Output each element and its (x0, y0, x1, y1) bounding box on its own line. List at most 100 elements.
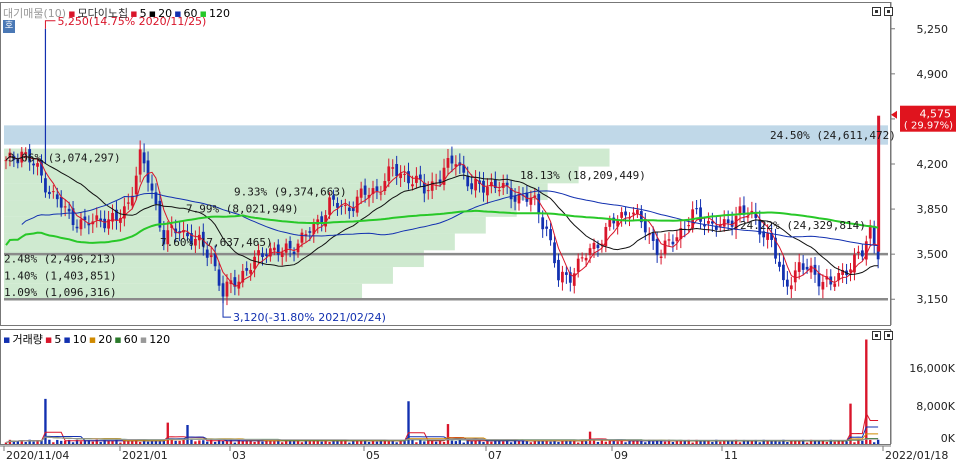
candle-body (48, 191, 51, 195)
candle-body (347, 207, 351, 212)
volume-panel-maximize-button[interactable] (884, 331, 893, 340)
volume-bar (71, 442, 75, 444)
vol-ma60-icon: ▪ (114, 333, 122, 346)
legend-ma20: 20 (158, 7, 173, 20)
candle-body (857, 251, 860, 254)
candle-body (430, 181, 434, 191)
candle-body (75, 226, 79, 229)
volume-bar (348, 442, 351, 444)
volume-bar (873, 442, 876, 444)
volume-bar (604, 441, 608, 444)
price-tag: 4,575( 29.97%) (891, 105, 956, 132)
price-panel-restore-button[interactable] (872, 7, 881, 16)
candle-body (407, 171, 410, 184)
volume-bar (758, 442, 761, 444)
candle-body (44, 178, 47, 193)
volume-bar (596, 441, 600, 444)
price-tick-label: 5,250 (917, 23, 949, 36)
hoga-tab[interactable]: 호 (3, 20, 15, 33)
candle-body (288, 240, 292, 249)
volume-bar (91, 441, 94, 444)
volume-bar (845, 441, 848, 444)
volume-bar (719, 441, 722, 444)
candle-body (497, 190, 501, 192)
candle-body (821, 281, 825, 290)
supply-band-label: 7.99% (8,021,949) (186, 202, 299, 215)
low-annotation: 3,120(-31.80% 2021/02/24) (233, 311, 386, 324)
volume-bar (225, 441, 229, 444)
volume-bar (778, 441, 781, 444)
volume-bar (60, 440, 63, 444)
volume-bar (166, 422, 169, 444)
supply-band-label: 1.40% (1,403,851) (4, 269, 117, 282)
volume-bar (711, 441, 714, 444)
volume-bar (557, 441, 560, 444)
price-panel-maximize-button[interactable] (884, 7, 893, 16)
volume-bar (375, 441, 379, 444)
candle-body (584, 257, 588, 261)
volume-bar (450, 440, 454, 444)
price-tick-label: 4,900 (917, 68, 949, 81)
volume-bar (198, 440, 201, 444)
candle-body (785, 279, 789, 287)
candle-body (549, 229, 552, 241)
volume-bar (308, 441, 312, 444)
candle-body (4, 160, 8, 162)
volume-bar (569, 441, 572, 444)
volume-legend: ▪ 거래량 ▪ 5 ▪ 10 ▪ 20 ▪ 60 ▪ 120 (3, 331, 172, 347)
volume-bar (178, 440, 181, 444)
volume-bar (32, 441, 35, 444)
candle-body (379, 193, 383, 195)
volume-panel-restore-button[interactable] (872, 331, 881, 340)
price-tick-label: 3,500 (917, 248, 949, 261)
vol-ma120: 120 (149, 333, 171, 346)
legend-ma5: 5 (139, 7, 147, 20)
candle-body (411, 184, 414, 187)
volume-bar (261, 441, 264, 444)
supply-band-label: 2.48% (2,496,213) (4, 253, 117, 266)
candle-body (450, 155, 454, 164)
volume-axis: 16,000K 8,000K 0K (890, 330, 956, 445)
candle-body (359, 188, 363, 198)
candle-body (257, 250, 260, 256)
candle-body (671, 241, 675, 245)
volume-bar (138, 441, 142, 444)
volume-bar (691, 442, 694, 444)
current-change: ( 29.97%) (904, 121, 953, 132)
volume-bar (624, 442, 627, 444)
volume-bar (549, 441, 552, 444)
candle-body (624, 211, 627, 216)
candle-body (466, 175, 470, 187)
candle-body (659, 256, 663, 259)
candle-body (778, 261, 781, 267)
candle-body (537, 193, 541, 215)
legend-ma20-icon: ▪ (148, 7, 157, 20)
candle-body (860, 250, 864, 257)
supply-band-label: 18.13% (18,209,449) (520, 169, 646, 182)
volume-bar (411, 439, 414, 444)
candle-body (501, 182, 505, 188)
volume-bar (174, 440, 177, 444)
volume-bar (48, 439, 51, 444)
volume-bar (119, 442, 122, 444)
volume-bar (632, 440, 635, 444)
candle-body (59, 196, 63, 208)
legend-ma120: 120 (209, 7, 231, 20)
candle-body (391, 167, 395, 169)
vol-ma10-icon: ▪ (63, 333, 71, 346)
vol-ma5-icon: ▪ (44, 333, 53, 346)
volume-bar (320, 441, 323, 444)
volume-bar (182, 439, 185, 444)
legend-ma60-icon: ▪ (174, 7, 182, 20)
candle-body (426, 190, 430, 192)
volume-bar (798, 441, 801, 444)
candle-body (722, 219, 726, 227)
candle-body (738, 206, 742, 215)
volume-bar (24, 441, 27, 444)
candle-body (663, 240, 667, 255)
volume-bar (367, 441, 371, 444)
volume-bar (190, 439, 193, 444)
volume-bar (63, 440, 67, 444)
volume-bar (52, 442, 55, 444)
date-tick-label: 05 (366, 449, 380, 462)
